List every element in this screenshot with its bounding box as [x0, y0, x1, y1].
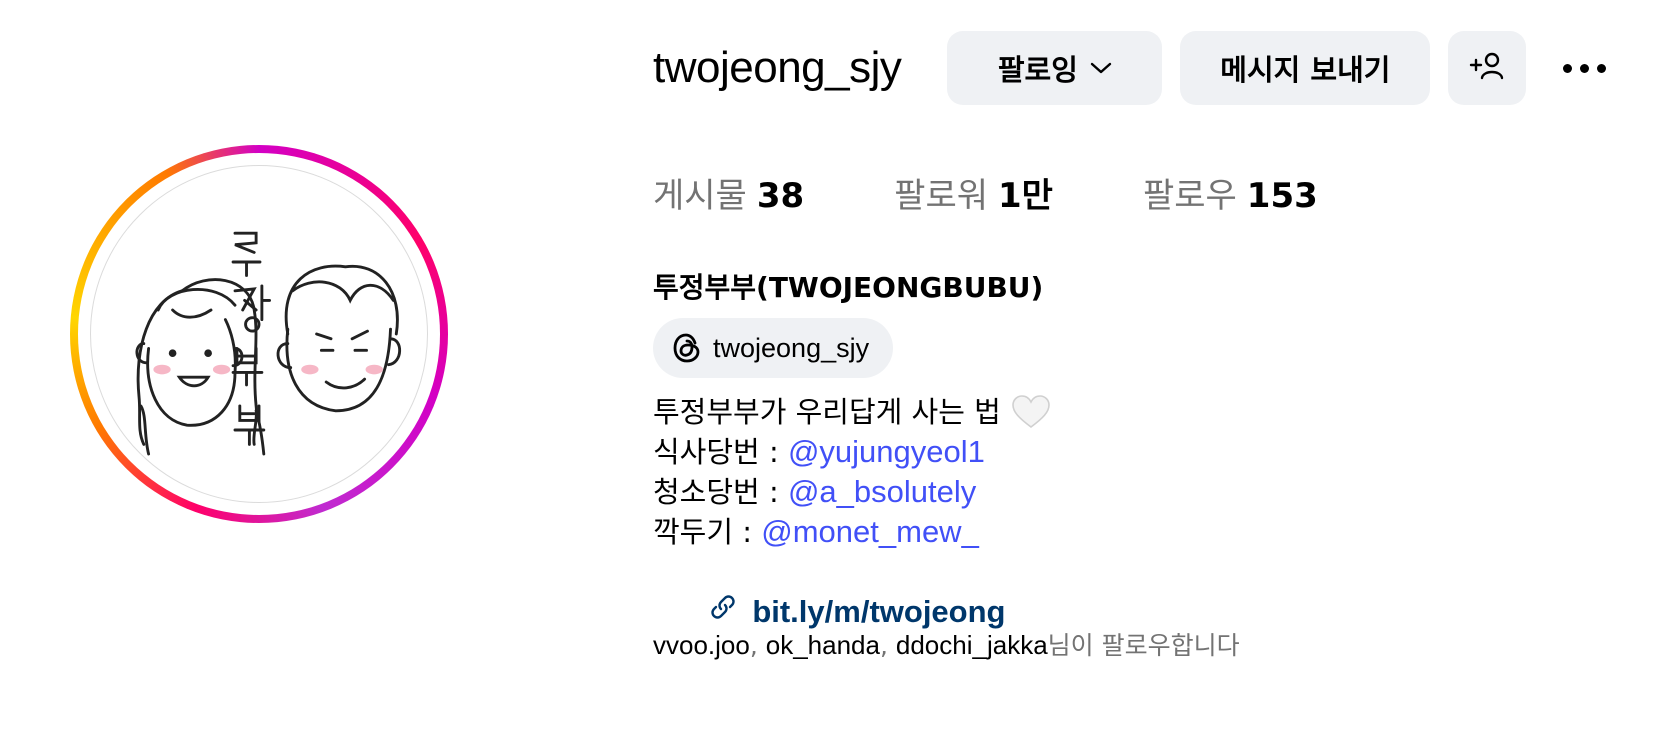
profile-username: twojeong_sjy [653, 43, 902, 92]
following-button[interactable]: 팔로잉 [947, 31, 1163, 105]
mention-link[interactable]: @yujungyeol1 [788, 432, 985, 472]
add-person-icon [1468, 50, 1506, 87]
message-button[interactable]: 메시지 보내기 [1180, 31, 1431, 105]
follower-name[interactable]: vvoo.joo [653, 630, 750, 660]
bio-text: 청소당번 : [653, 475, 788, 509]
profile-avatar[interactable] [70, 145, 448, 523]
threads-badge[interactable]: twojeong_sjy [653, 318, 894, 378]
following-value: 153 [1246, 176, 1318, 216]
separator: , [879, 631, 896, 660]
follower-name[interactable]: ddochi_jakka [896, 630, 1048, 660]
separator: , [749, 631, 766, 660]
bio-line: 투정부부가 우리답게 사는 법 [653, 392, 1051, 432]
bio-text: 깍두기 : [653, 515, 762, 549]
following-label: 팔로잉 [997, 53, 1078, 87]
ellipsis-dot [1596, 63, 1606, 73]
profile-stats: 게시물 38 팔로워 1만 팔로우 153 [653, 168, 1408, 217]
follower-name[interactable]: ok_handa [766, 630, 880, 660]
add-user-button[interactable] [1448, 31, 1527, 105]
more-options-button[interactable] [1544, 31, 1624, 105]
chevron-down-icon [1090, 61, 1112, 75]
threads-icon [671, 331, 703, 365]
following-count[interactable]: 팔로우 153 [1143, 168, 1318, 217]
mention-link[interactable]: @a_bsolutely [788, 472, 976, 512]
bio-text: 투정부부가 우리답게 사는 법 [653, 395, 1001, 429]
ellipsis-dot [1562, 63, 1572, 73]
posts-count: 게시물 38 [653, 168, 804, 217]
followers-label: 팔로워 [894, 176, 989, 216]
avatar-gap [78, 153, 440, 515]
mention-link[interactable]: @monet_mew_ [761, 512, 979, 552]
bio-line: 식사당번 : @yujungyeol1 [653, 432, 1051, 472]
followed-by[interactable]: vvoo.joo, ok_handa, ddochi_jakka님이 팔로우합니… [653, 626, 1240, 662]
profile-full-name: 투정부부(TWOJEONGBUBU) [653, 271, 1044, 304]
followed-by-suffix: 님이 팔로우합니다 [1047, 631, 1240, 660]
bio-line: 깍두기 : @monet_mew_ [653, 512, 1051, 552]
message-label: 메시지 보내기 [1220, 53, 1391, 87]
followers-count[interactable]: 팔로워 1만 [894, 168, 1053, 217]
bio-text: 식사당번 : [653, 435, 788, 469]
white-heart-icon [1011, 394, 1051, 430]
following-label: 팔로우 [1142, 176, 1237, 216]
profile-header-row: twojeong_sjy 팔로잉 메시지 보내기 [653, 30, 1624, 106]
followers-value: 1만 [998, 176, 1053, 216]
posts-value: 38 [756, 176, 805, 216]
avatar-drawing [135, 231, 402, 456]
posts-label: 게시물 [653, 176, 747, 216]
avatar-image [90, 165, 428, 503]
threads-handle: twojeong_sjy [713, 332, 870, 363]
bio-line: 청소당번 : @a_bsolutely [653, 472, 1051, 512]
ellipsis-dot [1579, 63, 1589, 73]
